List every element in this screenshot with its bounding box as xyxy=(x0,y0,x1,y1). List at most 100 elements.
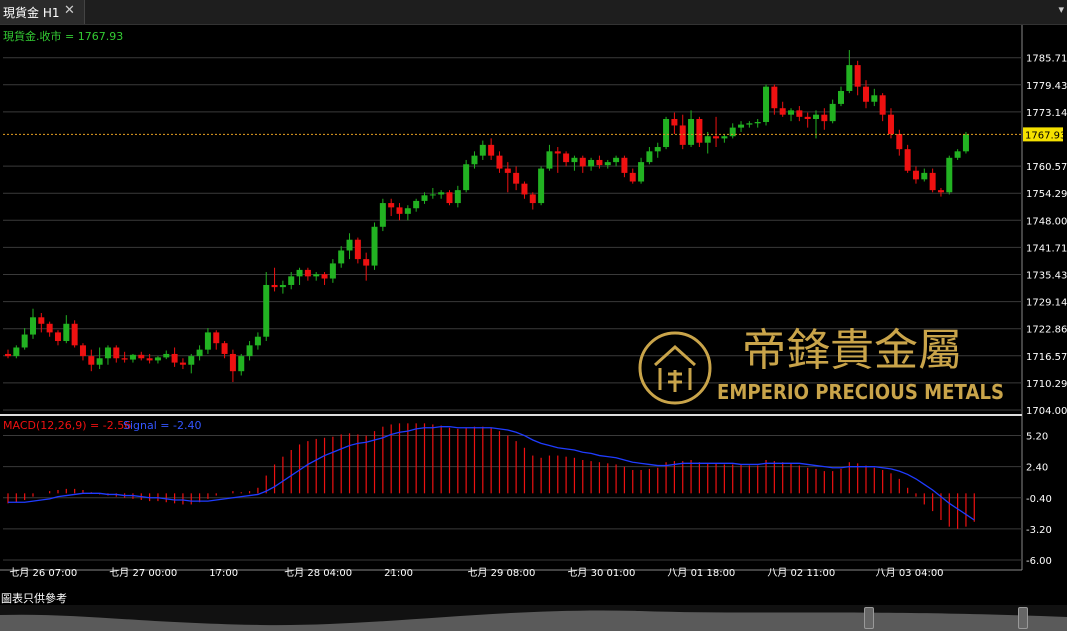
candle-body xyxy=(354,239,361,260)
candle-body xyxy=(613,157,620,163)
candle-body xyxy=(821,114,828,122)
candle-body xyxy=(138,354,145,359)
candle-body xyxy=(21,334,28,348)
x-tick-label: 21:00 xyxy=(384,568,413,579)
logo-ring-icon xyxy=(638,331,712,405)
candle-body xyxy=(79,345,86,357)
candle-body xyxy=(912,170,919,180)
candle-body xyxy=(521,183,528,195)
price-panel-title: 現貨金.收市 = 1767.93 xyxy=(3,29,123,43)
candle-body xyxy=(229,353,236,372)
candle-body xyxy=(396,207,403,214)
candle-body xyxy=(404,208,411,214)
brand-cn-text: 帝鋒貴金屬 xyxy=(742,325,962,376)
candle-body xyxy=(788,110,795,115)
price-tick-label: 1722.86 xyxy=(1026,325,1067,336)
candle-body xyxy=(329,263,336,279)
candle-body xyxy=(563,153,570,163)
price-tick-label: 1748.00 xyxy=(1026,216,1067,227)
candle-body xyxy=(621,157,628,173)
chevron-down-icon[interactable]: ▾ xyxy=(1058,3,1064,16)
candle-body xyxy=(504,168,511,173)
candle-body xyxy=(379,203,386,227)
candle-body xyxy=(88,356,95,365)
current-price-label: 1767.93 xyxy=(1025,130,1066,141)
macd-tick-label: 5.20 xyxy=(1026,432,1048,443)
chart-tab[interactable]: 現貨金 H1 ✕ xyxy=(0,0,85,24)
price-tick-label: 1710.29 xyxy=(1026,379,1067,390)
price-tick-label: 1716.57 xyxy=(1026,352,1067,363)
chart-area[interactable]: 1785.71 1779.43 1773.14 1760.57 1754.29 1748.… xyxy=(0,25,1067,590)
price-tick-label: 1773.14 xyxy=(1026,108,1067,119)
x-tick-label: 七月 27 00:00 xyxy=(109,567,177,579)
candle-body xyxy=(46,323,53,333)
candle-body xyxy=(238,356,245,372)
scroll-handle-right[interactable] xyxy=(1018,607,1028,629)
candle-body xyxy=(596,159,603,166)
brand-en-text: EMPERIO PRECIOUS METALS xyxy=(717,380,1004,404)
candle-body xyxy=(263,284,270,337)
candle-body xyxy=(221,343,228,354)
candle-body xyxy=(271,284,278,288)
tab-title: 現貨金 H1 xyxy=(3,6,60,20)
candle-body xyxy=(738,124,745,128)
candle-body xyxy=(579,157,586,167)
candle-body xyxy=(638,162,645,182)
price-tick-label: 1735.43 xyxy=(1026,271,1067,282)
candle-body xyxy=(296,269,303,277)
emperio-logo: 帝鋒貴金屬 EMPERIO PRECIOUS METALS xyxy=(638,325,1004,405)
candle-body xyxy=(763,86,770,123)
candle-body xyxy=(71,323,78,346)
candle-body xyxy=(663,118,670,148)
candle-body xyxy=(429,194,436,196)
candle-body xyxy=(838,90,844,104)
candle-body xyxy=(304,269,311,277)
candle-body xyxy=(496,155,503,169)
disclaimer-text: 圖表只供參考 xyxy=(1,592,67,605)
candle-body xyxy=(946,157,953,193)
candle-body xyxy=(796,110,803,117)
price-tick-label: 1729.14 xyxy=(1026,298,1067,309)
price-tick-label: 1779.43 xyxy=(1026,81,1067,92)
candle-body xyxy=(454,190,461,204)
x-tick-label: 17:00 xyxy=(209,568,238,579)
candle-body xyxy=(704,136,711,143)
candle-body xyxy=(829,103,836,122)
candle-body xyxy=(679,125,686,145)
x-tick-label: 七月 26 07:00 xyxy=(9,567,77,579)
candle-body xyxy=(213,332,220,344)
candle-body xyxy=(371,226,378,266)
candle-body xyxy=(862,86,869,102)
navigator-scrollbar[interactable] xyxy=(0,605,1067,631)
candle-body xyxy=(688,118,695,145)
logo-emblem-icon xyxy=(653,344,697,392)
candle-body xyxy=(288,276,295,285)
candle-body xyxy=(163,353,170,358)
x-tick-label: 七月 30 01:00 xyxy=(567,567,635,579)
macd-tick-label: -0.40 xyxy=(1026,494,1052,505)
candle-body xyxy=(204,332,211,350)
x-tick-label: 八月 03 04:00 xyxy=(876,567,944,579)
macd-layer xyxy=(7,423,975,529)
scroll-handle-left[interactable] xyxy=(864,607,874,629)
signal-title: Signal = -2.40 xyxy=(123,419,201,432)
price-tick-label: 1741.71 xyxy=(1026,243,1067,254)
candle-body xyxy=(363,259,370,266)
candle-body xyxy=(779,108,786,115)
candle-body xyxy=(346,239,353,251)
price-tick-label: 1785.71 xyxy=(1026,54,1067,65)
candle-body xyxy=(413,200,420,209)
macd-tick-label: -6.00 xyxy=(1026,556,1052,567)
candle-body xyxy=(96,358,103,365)
candle-body xyxy=(871,95,878,102)
close-icon[interactable]: ✕ xyxy=(64,3,75,18)
candle-body xyxy=(846,65,853,91)
candle-body xyxy=(729,127,736,137)
candle-body xyxy=(879,95,886,115)
candle-body xyxy=(29,317,36,335)
candle-body xyxy=(629,172,636,182)
candle-body xyxy=(279,284,286,288)
candle-body xyxy=(146,358,153,361)
candle-body xyxy=(313,274,320,277)
candle-body xyxy=(646,151,653,163)
